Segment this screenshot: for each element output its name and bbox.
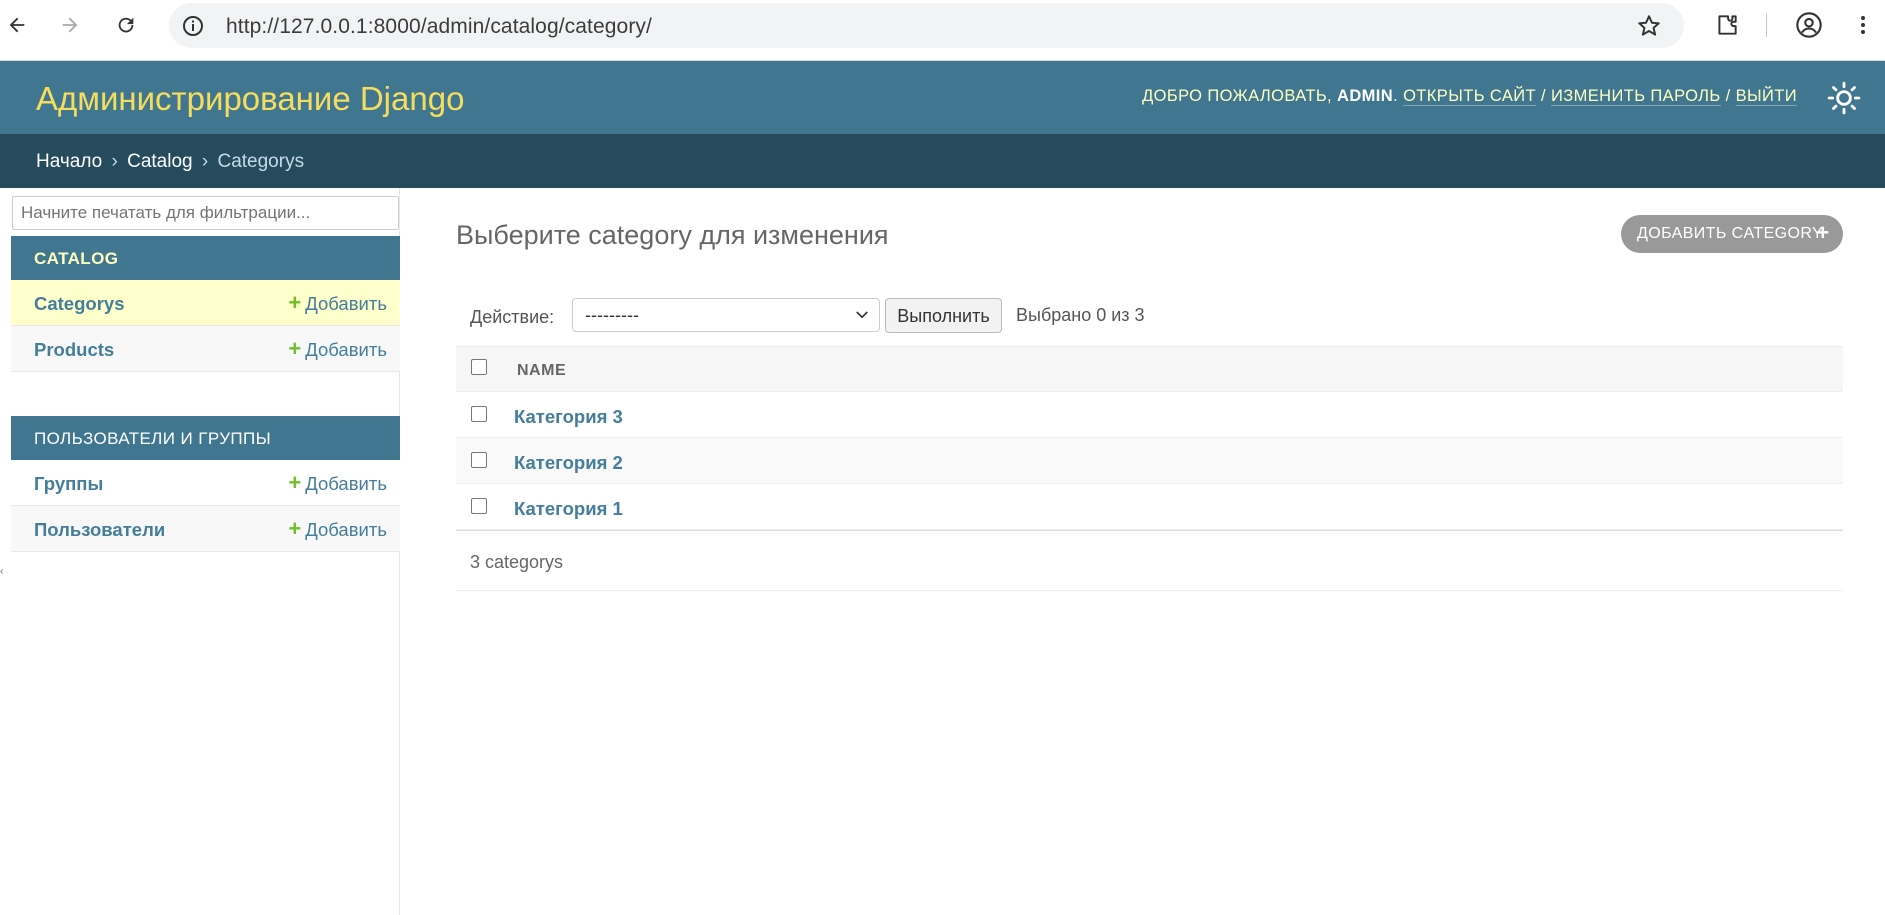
breadcrumb-separator: › [201, 151, 209, 172]
select-all-checkbox[interactable] [471, 359, 487, 375]
paginator: 3 categorys [456, 530, 1843, 591]
add-users-link[interactable]: + Добавить [288, 516, 387, 541]
breadcrumb-home[interactable]: Начало [36, 151, 102, 172]
action-selected-value: --------- [585, 305, 639, 325]
model-link-products[interactable]: Products [34, 339, 114, 361]
page-title: Выберите category для изменения [456, 220, 889, 250]
add-plus-icon: + [288, 470, 302, 495]
actions-bar: Действие: --------- Выполнить Выбрано 0 … [456, 295, 1843, 347]
breadcrumb: Начало › Catalog › Categorys [0, 134, 1885, 188]
nav-sidebar: Catalog Categorys +Добавить Products +До… [11, 188, 400, 915]
row-checkbox[interactable] [471, 498, 487, 514]
row-link[interactable]: Категория 2 [514, 452, 623, 474]
row-link[interactable]: Категория 3 [514, 406, 623, 428]
model-link-users[interactable]: Пользователи [34, 519, 165, 541]
module-caption-auth[interactable]: Пользователи и группы [11, 416, 400, 460]
address-bar[interactable]: http://127.0.0.1:8000/admin/catalog/cate… [169, 3, 1684, 48]
back-arrow-icon[interactable] [0, 8, 34, 42]
breadcrumb-current: Categorys [217, 151, 305, 172]
action-label: Действие: [470, 307, 555, 327]
breadcrumb-separator: › [111, 151, 118, 172]
admin-header: Администрирование Django Добро пожаловат… [0, 61, 1885, 134]
add-plus-icon: + [288, 336, 302, 361]
breadcrumb-catalog[interactable]: Catalog [127, 151, 193, 172]
username: admin [1337, 87, 1394, 105]
sidebar-item-groups: Группы + Добавить [11, 460, 400, 506]
url-text[interactable]: http://127.0.0.1:8000/admin/catalog/cate… [226, 15, 652, 39]
table-row: Категория 3 [456, 392, 1843, 438]
add-categorys-link[interactable]: + Добавить [288, 290, 387, 315]
site-branding[interactable]: Администрирование Django [36, 80, 464, 118]
sidebar-item-users: Пользователи + Добавить [11, 506, 400, 552]
reload-icon[interactable] [109, 8, 143, 42]
sidebar-filter-input[interactable] [12, 196, 399, 230]
browser-toolbar: http://127.0.0.1:8000/admin/catalog/cate… [0, 0, 1885, 61]
module-catalog: Catalog Categorys + Добавить Products + До… [11, 236, 400, 372]
model-link-categorys[interactable]: Categorys [34, 293, 124, 315]
result-list-table: Name Категория 3 Категория 2 Категория 1… [456, 346, 1843, 591]
toolbar-divider [1766, 13, 1767, 37]
change-password-link[interactable]: Изменить пароль [1550, 87, 1721, 106]
bookmark-star-icon[interactable] [1636, 13, 1662, 39]
extensions-icon[interactable] [1710, 8, 1744, 42]
table-row: Категория 2 [456, 438, 1843, 484]
add-category-button[interactable]: Добавить category + [1621, 215, 1843, 253]
site-info-icon[interactable] [181, 14, 205, 38]
theme-toggle-sun-icon[interactable] [1827, 81, 1861, 115]
add-plus-icon: + [288, 290, 302, 315]
chevron-down-icon [856, 311, 868, 319]
row-link[interactable]: Категория 1 [514, 498, 623, 520]
welcome-text: Добро пожаловать, [1142, 87, 1333, 105]
user-tools: Добро пожаловать, admin. Открыть сайт / … [1142, 87, 1797, 106]
sidebar-collapse-handle[interactable]: ‹ [0, 566, 4, 580]
run-action-button[interactable]: Выполнить [885, 298, 1002, 333]
module-caption-catalog[interactable]: Catalog [11, 236, 400, 280]
table-row: Категория 1 [456, 484, 1843, 530]
table-header: Name [456, 346, 1843, 392]
forward-arrow-icon[interactable] [53, 8, 87, 42]
add-groups-link[interactable]: + Добавить [288, 470, 387, 495]
model-link-groups[interactable]: Группы [34, 473, 103, 495]
sidebar-item-categorys: Categorys + Добавить [11, 280, 400, 326]
sidebar-item-products: Products + Добавить [11, 326, 400, 372]
add-products-link[interactable]: + Добавить [288, 336, 387, 361]
view-site-link[interactable]: Открыть сайт [1403, 87, 1537, 106]
column-header-name[interactable]: Name [517, 362, 566, 380]
module-auth: Пользователи и группы Группы + Добавить П… [11, 416, 400, 552]
action-select[interactable]: --------- [572, 298, 880, 332]
logout-link[interactable]: Выйти [1735, 87, 1797, 106]
row-checkbox[interactable] [471, 406, 487, 422]
profile-icon[interactable] [1792, 8, 1826, 42]
more-menu-icon[interactable] [1846, 8, 1880, 42]
selected-count: Выбрано 0 из 3 [1016, 305, 1145, 325]
row-checkbox[interactable] [471, 452, 487, 468]
add-plus-icon: + [288, 516, 302, 541]
add-plus-icon: + [1816, 220, 1830, 245]
